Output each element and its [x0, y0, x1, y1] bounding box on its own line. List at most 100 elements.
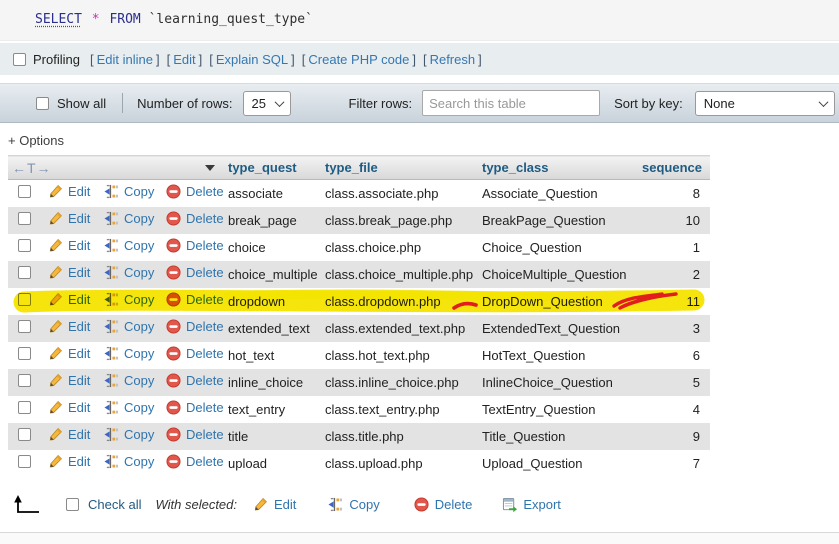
row-checkbox[interactable] — [18, 455, 31, 468]
row-edit-link[interactable]: Edit — [48, 265, 90, 280]
row-edit-link[interactable]: Edit — [48, 373, 90, 388]
row-checkbox[interactable] — [18, 239, 31, 252]
edit-pencil-icon — [48, 184, 63, 199]
row-edit-link[interactable]: Edit — [48, 292, 90, 307]
row-edit-link[interactable]: Edit — [48, 427, 90, 442]
row-delete-link[interactable]: Delete — [166, 454, 224, 469]
row-select-cell — [8, 315, 40, 342]
check-all-checkbox[interactable] — [66, 498, 79, 511]
row-copy-link[interactable]: Copy — [104, 346, 154, 361]
row-delete-link[interactable]: Delete — [166, 319, 224, 334]
delete-icon — [166, 400, 181, 415]
row-copy-link[interactable]: Copy — [104, 184, 154, 199]
table-row: Edit Copy Delete choice class.choice.php… — [8, 234, 710, 261]
row-edit-link[interactable]: Edit — [48, 319, 90, 334]
row-checkbox[interactable] — [18, 428, 31, 441]
edit-inline-link[interactable]: Edit inline — [94, 52, 156, 67]
cell-type-file: class.upload.php — [321, 450, 478, 477]
cell-type-quest: text_entry — [224, 396, 321, 423]
cell-sequence: 7 — [638, 450, 710, 477]
selected-copy-button[interactable]: Copy — [328, 497, 379, 512]
filter-table-input[interactable] — [422, 90, 600, 116]
row-delete-link[interactable]: Delete — [166, 265, 224, 280]
create-php-code-link[interactable]: Create PHP code — [305, 52, 412, 67]
cell-type-class: HotText_Question — [478, 342, 638, 369]
number-of-rows-select[interactable]: 25 — [243, 91, 291, 116]
column-header-type-file[interactable]: type_file — [321, 156, 478, 180]
row-checkbox[interactable] — [18, 374, 31, 387]
refresh-link[interactable]: Refresh — [427, 52, 479, 67]
row-delete-link[interactable]: Delete — [166, 211, 224, 226]
row-copy-link[interactable]: Copy — [104, 238, 154, 253]
row-select-cell — [8, 180, 40, 207]
profiling-checkbox[interactable] — [13, 53, 26, 66]
cell-type-quest: inline_choice — [224, 369, 321, 396]
selected-export-button[interactable]: Export — [502, 497, 561, 512]
selected-edit-button[interactable]: Edit — [253, 497, 296, 512]
row-edit-link[interactable]: Edit — [48, 454, 90, 469]
column-header-type-quest[interactable]: type_quest — [224, 156, 321, 180]
row-delete-link[interactable]: Delete — [166, 238, 224, 253]
row-copy-link[interactable]: Copy — [104, 211, 154, 226]
cell-type-quest: associate — [224, 180, 321, 207]
cell-type-quest: upload — [224, 450, 321, 477]
edit-link[interactable]: Edit — [170, 52, 198, 67]
row-checkbox[interactable] — [18, 320, 31, 333]
row-delete-link[interactable]: Delete — [166, 373, 224, 388]
explain-sql-link[interactable]: Explain SQL — [213, 52, 291, 67]
sql-select-keyword[interactable]: SELECT — [35, 12, 82, 27]
row-delete-link[interactable]: Delete — [166, 292, 224, 307]
edit-pencil-icon — [48, 427, 63, 442]
row-delete-link[interactable]: Delete — [166, 184, 224, 199]
row-copy-link[interactable]: Copy — [104, 265, 154, 280]
edit-pencil-icon — [48, 400, 63, 415]
sort-by-key-select[interactable]: None — [695, 91, 835, 116]
row-edit-link[interactable]: Edit — [48, 211, 90, 226]
copy-row-icon — [104, 427, 119, 442]
row-delete-link[interactable]: Delete — [166, 400, 224, 415]
row-checkbox[interactable] — [18, 212, 31, 225]
sort-options-icon[interactable] — [205, 165, 215, 171]
edit-pencil-icon — [48, 265, 63, 280]
copy-row-icon — [104, 184, 119, 199]
row-checkbox[interactable] — [18, 185, 31, 198]
row-checkbox[interactable] — [18, 401, 31, 414]
column-header-sequence[interactable]: sequence — [638, 156, 710, 180]
sql-table-name: `learning_quest_type` — [149, 12, 313, 27]
row-edit-link[interactable]: Edit — [48, 346, 90, 361]
profiling-bar: Profiling [Edit inline] [Edit] [Explain … — [0, 43, 839, 75]
delete-icon — [166, 211, 181, 226]
row-select-cell — [8, 396, 40, 423]
edit-pencil-icon — [48, 211, 63, 226]
query-action-refresh: [Refresh] — [423, 52, 482, 67]
row-copy-link[interactable]: Copy — [104, 319, 154, 334]
check-all-label[interactable]: Check all — [88, 497, 141, 512]
row-copy-link[interactable]: Copy — [104, 427, 154, 442]
show-all-checkbox[interactable] — [36, 97, 49, 110]
row-checkbox[interactable] — [18, 266, 31, 279]
row-checkbox[interactable] — [18, 293, 31, 306]
options-toggle-link[interactable]: + Options — [8, 133, 64, 148]
copy-row-icon — [328, 497, 343, 512]
query-action-edit: [Edit] — [167, 52, 203, 67]
delete-icon — [166, 319, 181, 334]
column-reorder-icon[interactable]: ←T→ — [12, 160, 52, 176]
table-row: Edit Copy Delete choice_multiple class.c… — [8, 261, 710, 288]
cell-sequence: 3 — [638, 315, 710, 342]
row-checkbox[interactable] — [18, 347, 31, 360]
selected-delete-button[interactable]: Delete — [414, 497, 473, 512]
row-edit-link[interactable]: Edit — [48, 400, 90, 415]
cell-type-quest: hot_text — [224, 342, 321, 369]
row-copy-link[interactable]: Copy — [104, 400, 154, 415]
column-header-type-class[interactable]: type_class — [478, 156, 638, 180]
row-copy-link[interactable]: Copy — [104, 292, 154, 307]
row-edit-link[interactable]: Edit — [48, 184, 90, 199]
row-copy-link[interactable]: Copy — [104, 454, 154, 469]
cell-sequence: 6 — [638, 342, 710, 369]
cell-type-file: class.break_page.php — [321, 207, 478, 234]
row-copy-link[interactable]: Copy — [104, 373, 154, 388]
row-delete-link[interactable]: Delete — [166, 427, 224, 442]
row-edit-link[interactable]: Edit — [48, 238, 90, 253]
query-action-create-php: [Create PHP code] — [302, 52, 416, 67]
row-delete-link[interactable]: Delete — [166, 346, 224, 361]
